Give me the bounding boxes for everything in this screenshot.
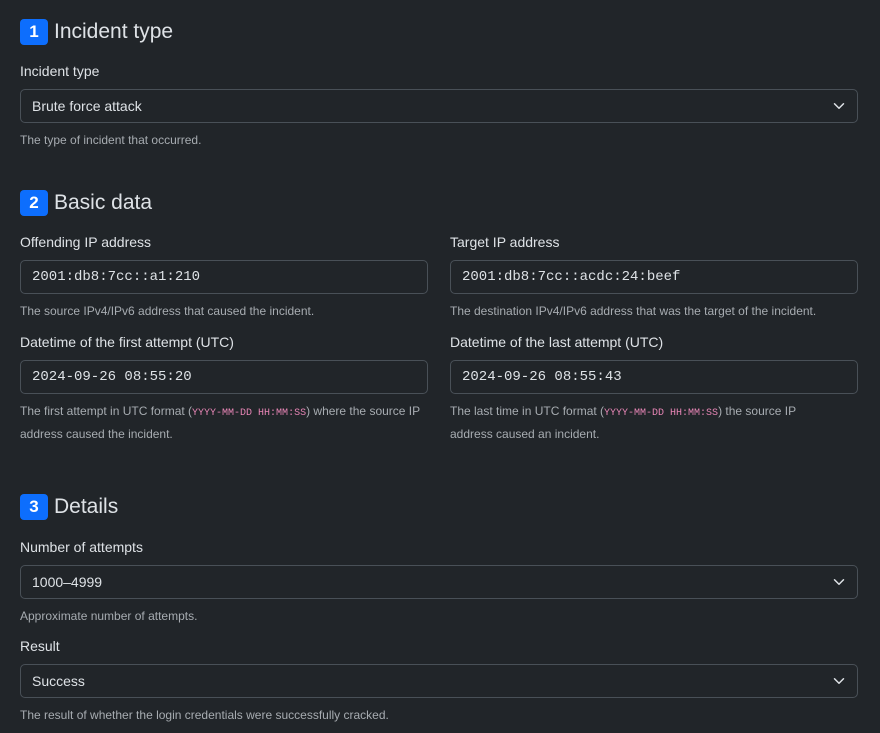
attempts-help: Approximate number of attempts.	[20, 609, 198, 623]
last-attempt-field: Datetime of the last attempt (UTC) 2024-…	[450, 332, 858, 444]
first-attempt-input[interactable]: 2024-09-26 08:55:20	[20, 360, 428, 394]
last-attempt-label: Datetime of the last attempt (UTC)	[450, 334, 664, 350]
target-ip-help: The destination IPv4/IPv6 address that w…	[450, 304, 817, 318]
step-badge: 2	[20, 190, 48, 216]
section-heading-basic-data: 2 Basic data	[20, 189, 152, 217]
section-title: Incident type	[54, 20, 174, 43]
step-badge: 3	[20, 494, 48, 520]
result-field: Result Success The result of whether the…	[20, 636, 858, 725]
incident-type-help: The type of incident that occurred.	[20, 133, 202, 147]
datetime-format-code: YYYY-MM-DD HH:MM:SS	[604, 408, 719, 419]
result-value: Success	[32, 673, 85, 689]
incident-type-select[interactable]: Brute force attack	[20, 89, 858, 123]
result-label: Result	[20, 638, 60, 654]
first-attempt-label: Datetime of the first attempt (UTC)	[20, 334, 234, 350]
datetime-format-code: YYYY-MM-DD HH:MM:SS	[192, 408, 307, 419]
attempts-select[interactable]: 1000–4999	[20, 565, 858, 599]
last-attempt-input[interactable]: 2024-09-26 08:55:43	[450, 360, 858, 394]
offending-ip-field: Offending IP address 2001:db8:7cc::a1:21…	[20, 232, 428, 321]
chevron-down-icon	[833, 579, 845, 585]
help-text: The last time in UTC format (	[450, 404, 605, 418]
chevron-down-icon	[833, 103, 845, 109]
offending-ip-label: Offending IP address	[20, 234, 152, 250]
attempts-label: Number of attempts	[20, 539, 143, 555]
target-ip-field: Target IP address 2001:db8:7cc::acdc:24:…	[450, 232, 858, 321]
result-select[interactable]: Success	[20, 664, 858, 698]
chevron-down-icon	[833, 678, 845, 684]
step-badge: 1	[20, 19, 48, 45]
incident-type-field: Incident type Brute force attack The typ…	[20, 61, 858, 150]
section-title: Basic data	[54, 191, 153, 214]
first-attempt-help: The first attempt in UTC format (YYYY-MM…	[20, 401, 428, 444]
last-attempt-help: The last time in UTC format (YYYY-MM-DD …	[450, 401, 858, 444]
target-ip-value: 2001:db8:7cc::acdc:24:beef	[462, 269, 681, 285]
section-title: Details	[54, 495, 119, 518]
result-help: The result of whether the login credenti…	[20, 708, 389, 722]
section-heading-incident-type: 1 Incident type	[20, 18, 173, 46]
incident-type-value: Brute force attack	[32, 98, 142, 114]
help-text: The first attempt in UTC format (	[20, 404, 193, 418]
offending-ip-help: The source IPv4/IPv6 address that caused…	[20, 304, 315, 318]
attempts-value: 1000–4999	[32, 574, 103, 590]
section-heading-details: 3 Details	[20, 493, 118, 521]
incident-type-label: Incident type	[20, 63, 100, 79]
first-attempt-field: Datetime of the first attempt (UTC) 2024…	[20, 332, 428, 444]
target-ip-input[interactable]: 2001:db8:7cc::acdc:24:beef	[450, 260, 858, 294]
target-ip-label: Target IP address	[450, 234, 560, 250]
attempts-field: Number of attempts 1000–4999 Approximate…	[20, 537, 858, 626]
offending-ip-input[interactable]: 2001:db8:7cc::a1:210	[20, 260, 428, 294]
first-attempt-value: 2024-09-26 08:55:20	[32, 369, 192, 385]
offending-ip-value: 2001:db8:7cc::a1:210	[32, 269, 201, 285]
last-attempt-value: 2024-09-26 08:55:43	[462, 369, 622, 385]
